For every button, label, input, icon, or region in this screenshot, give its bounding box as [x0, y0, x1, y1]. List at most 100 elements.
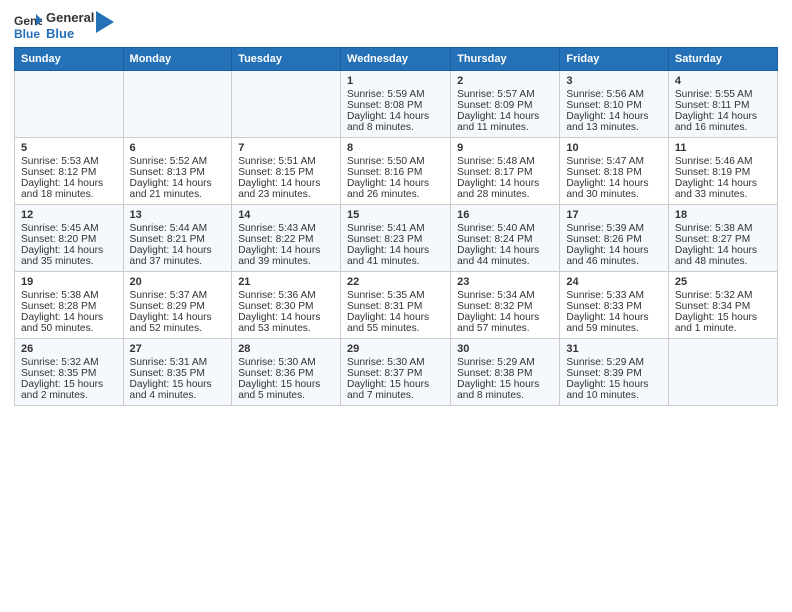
- day-info: Daylight: 14 hours and 8 minutes.: [347, 111, 444, 133]
- day-info: Sunset: 8:39 PM: [566, 368, 662, 379]
- logo: General Blue General Blue: [14, 10, 114, 41]
- day-number: 16: [457, 209, 553, 221]
- week-row-4: 19Sunrise: 5:38 AMSunset: 8:28 PMDayligh…: [15, 272, 778, 339]
- day-info: Sunset: 8:09 PM: [457, 100, 553, 111]
- day-cell: 18Sunrise: 5:38 AMSunset: 8:27 PMDayligh…: [668, 205, 777, 272]
- header-row: SundayMondayTuesdayWednesdayThursdayFrid…: [15, 48, 778, 71]
- day-info: Sunrise: 5:59 AM: [347, 89, 444, 100]
- day-number: 18: [675, 209, 771, 221]
- day-info: Sunrise: 5:33 AM: [566, 290, 662, 301]
- week-row-5: 26Sunrise: 5:32 AMSunset: 8:35 PMDayligh…: [15, 339, 778, 406]
- svg-text:Blue: Blue: [14, 27, 40, 40]
- day-number: 27: [130, 343, 226, 355]
- day-cell: 24Sunrise: 5:33 AMSunset: 8:33 PMDayligh…: [560, 272, 669, 339]
- day-cell: 12Sunrise: 5:45 AMSunset: 8:20 PMDayligh…: [15, 205, 124, 272]
- day-info: Sunset: 8:37 PM: [347, 368, 444, 379]
- day-info: Daylight: 14 hours and 13 minutes.: [566, 111, 662, 133]
- day-info: Daylight: 14 hours and 50 minutes.: [21, 312, 117, 334]
- day-cell: 16Sunrise: 5:40 AMSunset: 8:24 PMDayligh…: [451, 205, 560, 272]
- day-cell: 2Sunrise: 5:57 AMSunset: 8:09 PMDaylight…: [451, 71, 560, 138]
- day-number: 29: [347, 343, 444, 355]
- day-info: Daylight: 14 hours and 57 minutes.: [457, 312, 553, 334]
- day-cell: 17Sunrise: 5:39 AMSunset: 8:26 PMDayligh…: [560, 205, 669, 272]
- day-info: Daylight: 15 hours and 5 minutes.: [238, 379, 334, 401]
- day-info: Daylight: 14 hours and 11 minutes.: [457, 111, 553, 133]
- day-number: 14: [238, 209, 334, 221]
- day-number: 30: [457, 343, 553, 355]
- day-info: Daylight: 14 hours and 37 minutes.: [130, 245, 226, 267]
- day-info: Sunrise: 5:53 AM: [21, 156, 117, 167]
- day-info: Sunset: 8:16 PM: [347, 167, 444, 178]
- day-info: Daylight: 14 hours and 53 minutes.: [238, 312, 334, 334]
- day-info: Daylight: 15 hours and 1 minute.: [675, 312, 771, 334]
- day-info: Sunrise: 5:44 AM: [130, 223, 226, 234]
- day-info: Sunrise: 5:29 AM: [566, 357, 662, 368]
- day-cell: 26Sunrise: 5:32 AMSunset: 8:35 PMDayligh…: [15, 339, 124, 406]
- day-cell: 4Sunrise: 5:55 AMSunset: 8:11 PMDaylight…: [668, 71, 777, 138]
- week-row-3: 12Sunrise: 5:45 AMSunset: 8:20 PMDayligh…: [15, 205, 778, 272]
- header-cell-saturday: Saturday: [668, 48, 777, 71]
- day-info: Sunrise: 5:36 AM: [238, 290, 334, 301]
- header-cell-friday: Friday: [560, 48, 669, 71]
- page-header: General Blue General Blue: [14, 10, 778, 41]
- day-info: Sunrise: 5:52 AM: [130, 156, 226, 167]
- day-info: Daylight: 14 hours and 52 minutes.: [130, 312, 226, 334]
- day-cell: 10Sunrise: 5:47 AMSunset: 8:18 PMDayligh…: [560, 138, 669, 205]
- day-number: 19: [21, 276, 117, 288]
- day-cell: 8Sunrise: 5:50 AMSunset: 8:16 PMDaylight…: [341, 138, 451, 205]
- logo-general: General: [46, 10, 94, 26]
- day-info: Sunrise: 5:43 AM: [238, 223, 334, 234]
- header-cell-monday: Monday: [123, 48, 232, 71]
- day-info: Daylight: 15 hours and 8 minutes.: [457, 379, 553, 401]
- day-info: Sunset: 8:32 PM: [457, 301, 553, 312]
- calendar-body: 1Sunrise: 5:59 AMSunset: 8:08 PMDaylight…: [15, 71, 778, 406]
- week-row-2: 5Sunrise: 5:53 AMSunset: 8:12 PMDaylight…: [15, 138, 778, 205]
- day-cell: 5Sunrise: 5:53 AMSunset: 8:12 PMDaylight…: [15, 138, 124, 205]
- day-number: 15: [347, 209, 444, 221]
- day-info: Sunset: 8:20 PM: [21, 234, 117, 245]
- day-number: 31: [566, 343, 662, 355]
- day-info: Sunset: 8:18 PM: [566, 167, 662, 178]
- day-info: Daylight: 14 hours and 48 minutes.: [675, 245, 771, 267]
- day-info: Sunrise: 5:38 AM: [21, 290, 117, 301]
- day-info: Sunrise: 5:50 AM: [347, 156, 444, 167]
- day-info: Daylight: 14 hours and 16 minutes.: [675, 111, 771, 133]
- day-number: 1: [347, 75, 444, 87]
- day-info: Sunrise: 5:45 AM: [21, 223, 117, 234]
- day-info: Sunset: 8:22 PM: [238, 234, 334, 245]
- day-info: Sunrise: 5:34 AM: [457, 290, 553, 301]
- day-info: Sunrise: 5:38 AM: [675, 223, 771, 234]
- day-cell: 6Sunrise: 5:52 AMSunset: 8:13 PMDaylight…: [123, 138, 232, 205]
- day-info: Sunset: 8:29 PM: [130, 301, 226, 312]
- day-info: Daylight: 14 hours and 30 minutes.: [566, 178, 662, 200]
- logo-arrow-icon: [96, 11, 114, 33]
- day-number: 2: [457, 75, 553, 87]
- day-number: 13: [130, 209, 226, 221]
- day-info: Daylight: 15 hours and 4 minutes.: [130, 379, 226, 401]
- day-info: Sunset: 8:35 PM: [130, 368, 226, 379]
- day-number: 25: [675, 276, 771, 288]
- day-info: Sunset: 8:11 PM: [675, 100, 771, 111]
- day-info: Sunset: 8:21 PM: [130, 234, 226, 245]
- day-cell: 19 Sunrise: 5:38 AMSunset: 8:28 PMDayligh…: [15, 272, 124, 339]
- day-info: Daylight: 15 hours and 2 minutes.: [21, 379, 117, 401]
- day-info: Sunset: 8:15 PM: [238, 167, 334, 178]
- day-number: 11: [675, 142, 771, 154]
- calendar-table: SundayMondayTuesdayWednesdayThursdayFrid…: [14, 47, 778, 406]
- day-info: Sunrise: 5:30 AM: [238, 357, 334, 368]
- day-info: Sunrise: 5:32 AM: [21, 357, 117, 368]
- day-info: Daylight: 14 hours and 55 minutes.: [347, 312, 444, 334]
- day-info: Sunset: 8:08 PM: [347, 100, 444, 111]
- day-info: Sunset: 8:28 PM: [21, 301, 117, 312]
- day-info: Daylight: 14 hours and 59 minutes.: [566, 312, 662, 334]
- header-cell-wednesday: Wednesday: [341, 48, 451, 71]
- day-number: 26: [21, 343, 117, 355]
- day-info: Sunrise: 5:30 AM: [347, 357, 444, 368]
- day-info: Sunset: 8:34 PM: [675, 301, 771, 312]
- day-info: Sunset: 8:38 PM: [457, 368, 553, 379]
- day-cell: 11Sunrise: 5:46 AMSunset: 8:19 PMDayligh…: [668, 138, 777, 205]
- day-info: Sunset: 8:30 PM: [238, 301, 334, 312]
- day-info: Daylight: 14 hours and 26 minutes.: [347, 178, 444, 200]
- day-cell: 20Sunrise: 5:37 AMSunset: 8:29 PMDayligh…: [123, 272, 232, 339]
- day-cell: 25Sunrise: 5:32 AMSunset: 8:34 PMDayligh…: [668, 272, 777, 339]
